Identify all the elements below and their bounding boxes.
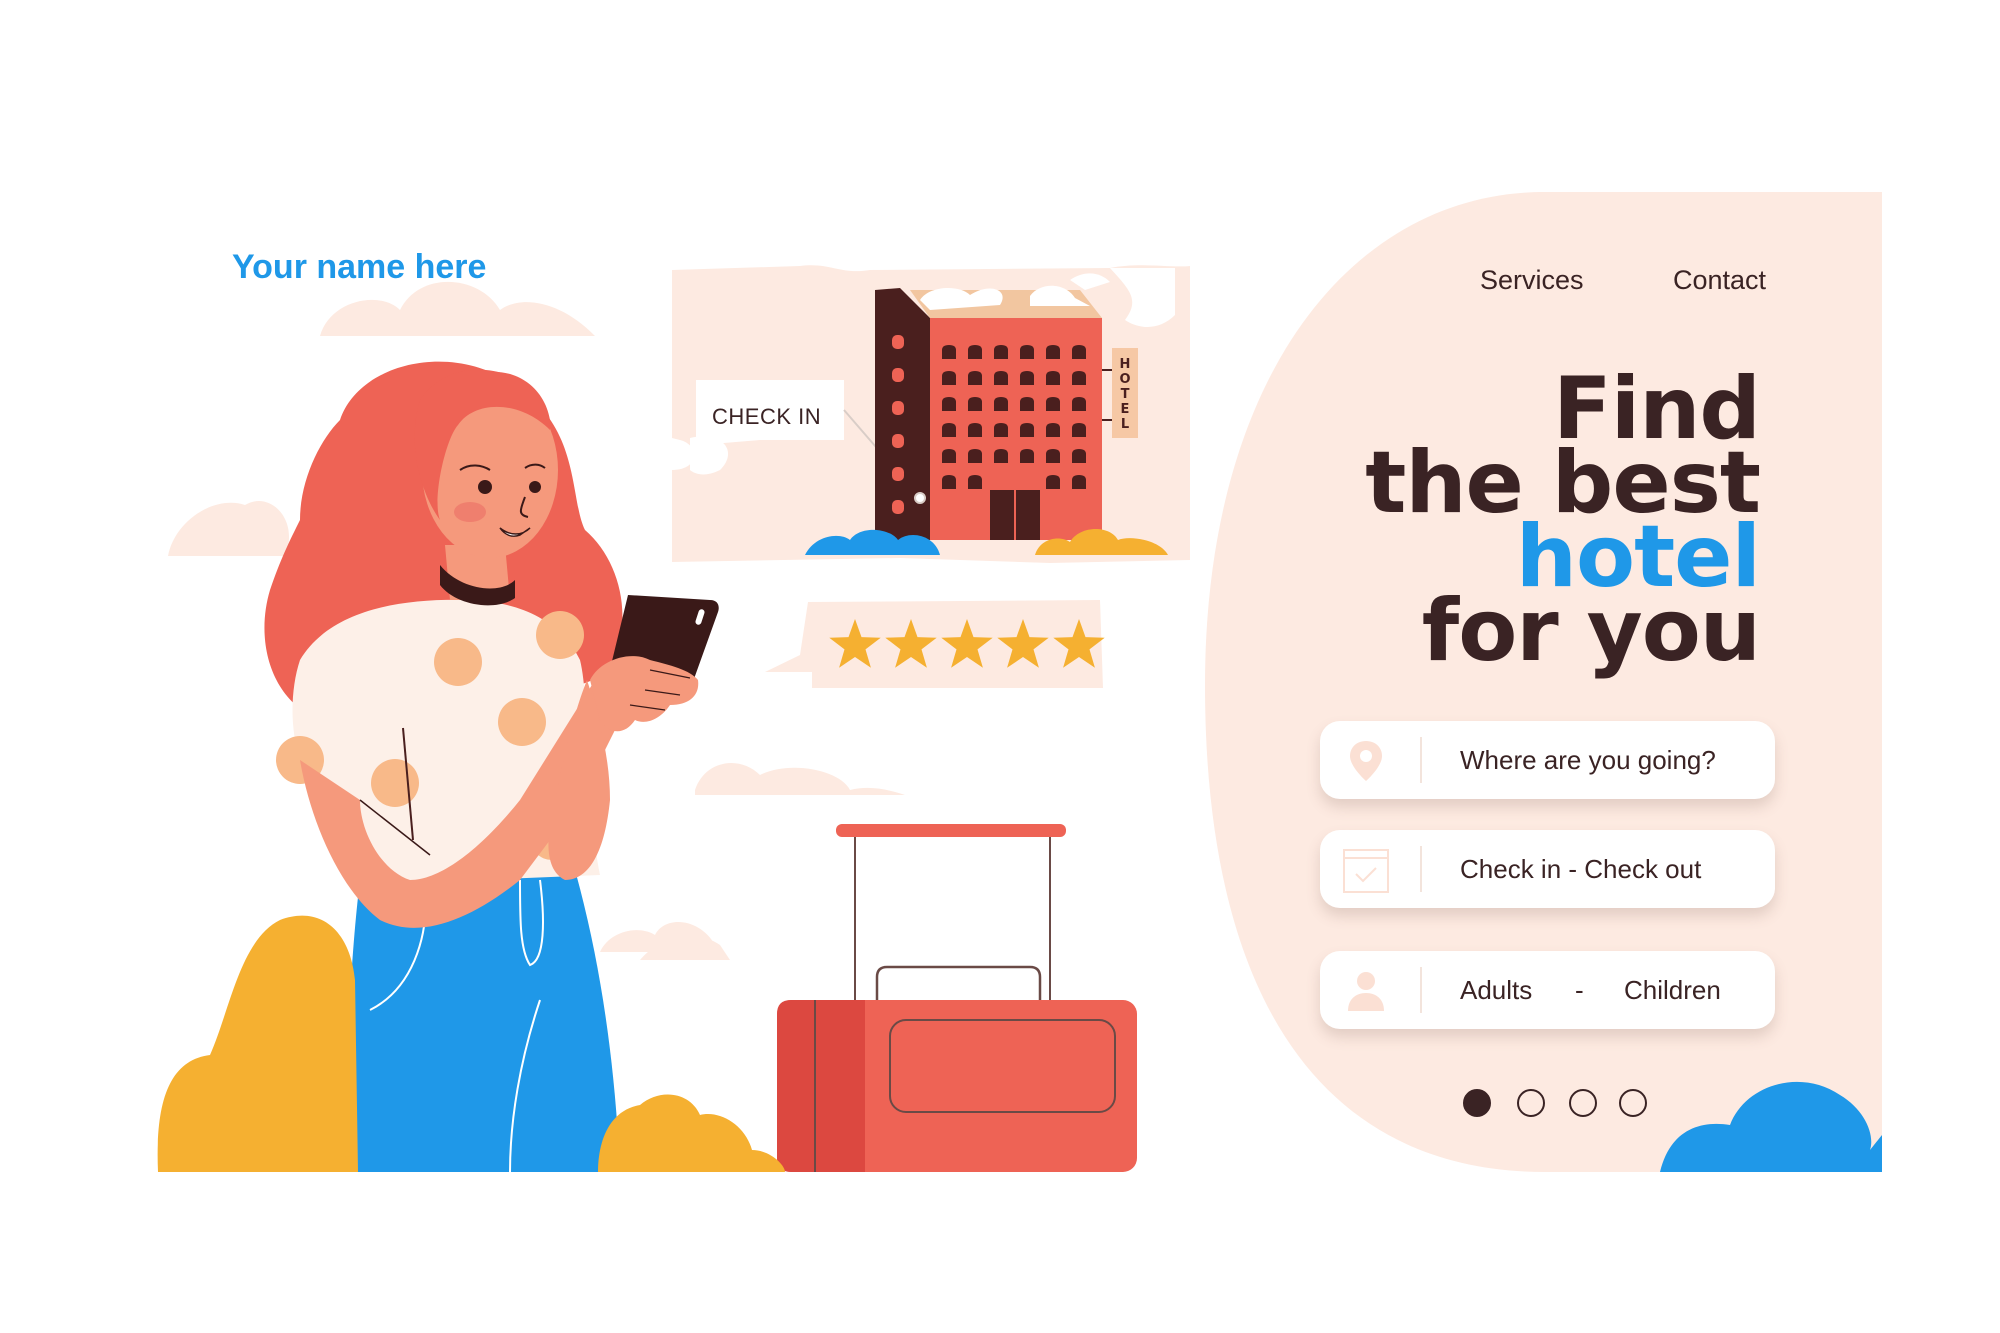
pagination-dot-1[interactable] (1463, 1089, 1491, 1117)
hotel-sign-letter: H (1120, 357, 1131, 372)
children-label[interactable]: Children (1624, 951, 1721, 1029)
nav-services-link[interactable]: Services (1480, 265, 1584, 296)
hotel-window (968, 423, 982, 437)
hotel-window (1020, 371, 1034, 385)
hotel-window (1046, 345, 1060, 359)
hotel-window (994, 397, 1008, 411)
hotel-window (968, 397, 982, 411)
hotel-window (1072, 397, 1086, 411)
field-divider (1420, 967, 1422, 1013)
hotel-window (1020, 449, 1034, 463)
calendar-icon (1343, 849, 1389, 893)
hotel-window (1020, 423, 1034, 437)
destination-field[interactable]: Where are you going? (1320, 721, 1775, 799)
hotel-window (942, 397, 956, 411)
hotel-window (1020, 397, 1034, 411)
hotel-sign-letter: L (1121, 417, 1129, 432)
hotel-window (1046, 423, 1060, 437)
hotel-window (1046, 371, 1060, 385)
hotel-window (994, 371, 1008, 385)
suitcase (777, 824, 1137, 1172)
hotel-sign-letters: HOTEL (1119, 357, 1130, 432)
field-divider (1420, 846, 1422, 892)
hotel-window (968, 475, 982, 489)
dates-input[interactable]: Check in - Check out (1460, 830, 1701, 908)
location-pin-icon (1350, 741, 1382, 781)
nav-contact-link[interactable]: Contact (1673, 265, 1766, 296)
hotel-window (1072, 371, 1086, 385)
pagination-dot-2[interactable] (1517, 1089, 1545, 1117)
hotel-window (968, 371, 982, 385)
hero-headline: Find the best hotel for you (1365, 366, 1761, 681)
checkin-label: CHECK IN (712, 404, 822, 429)
hotel-window (1072, 423, 1086, 437)
adults-label[interactable]: Adults (1460, 951, 1532, 1029)
hotel-window (994, 423, 1008, 437)
hotel-window (994, 345, 1008, 359)
hotel-window (1072, 449, 1086, 463)
destination-input[interactable]: Where are you going? (1460, 721, 1716, 799)
hotel-window (942, 449, 956, 463)
guests-field[interactable]: Adults - Children (1320, 951, 1775, 1029)
yellow-bush-left (157, 915, 358, 1172)
hotel-window (1046, 449, 1060, 463)
pagination-dot-4[interactable] (1619, 1089, 1647, 1117)
pagination-dot-3[interactable] (1569, 1089, 1597, 1117)
hotel-window (942, 423, 956, 437)
hotel-window (968, 345, 982, 359)
rating-card (765, 600, 1103, 688)
hotel-sign-letter: E (1121, 402, 1130, 417)
hotel-window (942, 345, 956, 359)
hotel-window (1046, 475, 1060, 489)
hotel-window (1046, 397, 1060, 411)
person-icon (1348, 972, 1384, 1011)
hotel-window (942, 475, 956, 489)
hero-line-4: for you (1421, 581, 1761, 681)
yellow-bush-middle (598, 1094, 785, 1172)
hotel-sign-letter: T (1121, 387, 1130, 402)
dates-field[interactable]: Check in - Check out (1320, 830, 1775, 908)
guests-separator: - (1575, 975, 1584, 1005)
hotel-window (942, 371, 956, 385)
hotel-window (968, 449, 982, 463)
field-divider (1420, 737, 1422, 783)
hotel-sign-letter: O (1119, 372, 1130, 387)
hotel-window (1020, 345, 1034, 359)
hotel-window (1072, 475, 1086, 489)
brand-name[interactable]: Your name here (232, 248, 486, 287)
hotel-window (994, 449, 1008, 463)
hotel-window (1072, 345, 1086, 359)
